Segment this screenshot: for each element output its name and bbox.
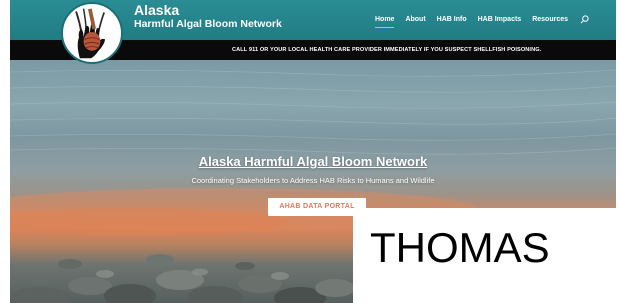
nav-item-about[interactable]: About [405, 16, 425, 23]
data-portal-button[interactable]: AHAB DATA PORTAL [268, 198, 366, 216]
hero-subtitle: Coordinating Stakeholders to Address HAB… [191, 176, 435, 185]
brand-name-line2[interactable]: Harmful Algal Bloom Network [134, 19, 282, 31]
site-brand[interactable]: Alaska Harmful Algal Bloom Network [134, 2, 282, 31]
nav-item-resources[interactable]: Resources [532, 16, 568, 23]
name-overlay-label: THOMAS [353, 208, 620, 303]
nav-item-home[interactable]: Home [375, 16, 395, 28]
main-nav: Home About HAB Info HAB Impacts Resource… [375, 15, 589, 28]
emergency-alert-text: CALL 911 OR YOUR LOCAL HEALTH CARE PROVI… [232, 47, 542, 53]
brand-name-line1[interactable]: Alaska [134, 2, 282, 18]
hand-basket-logo-icon[interactable] [61, 2, 123, 64]
hero-title[interactable]: Alaska Harmful Algal Bloom Network [10, 154, 616, 169]
nav-item-hab-impacts[interactable]: HAB Impacts [478, 16, 522, 23]
nav-item-hab-info[interactable]: HAB Info [437, 16, 467, 23]
search-icon[interactable] [580, 15, 589, 24]
name-overlay-text: THOMAS [370, 224, 550, 271]
